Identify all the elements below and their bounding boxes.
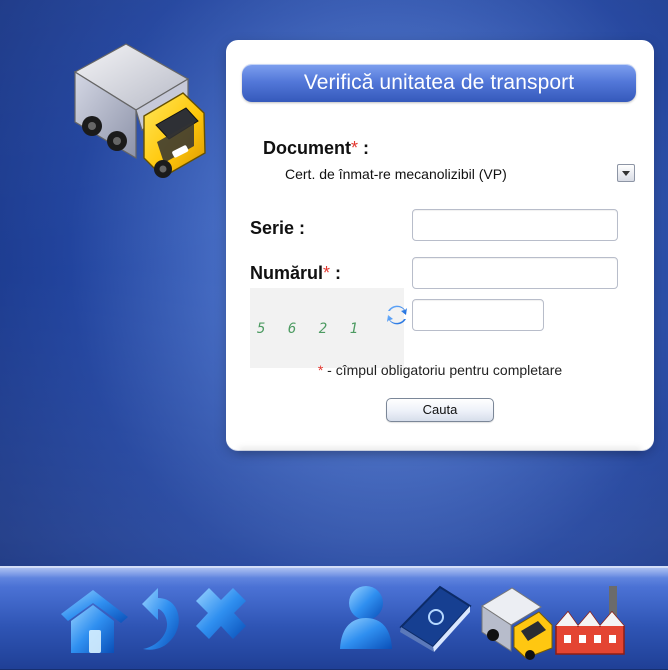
app-screen: Verifică unitatea de transport Document*… xyxy=(0,0,668,670)
number-label-text: Numărul xyxy=(250,263,324,283)
panel-title: Verifică unitatea de transport xyxy=(242,64,636,102)
document-select[interactable]: Cert. de înmat-re mecanolizibil (VP) xyxy=(285,163,635,185)
document-select-value: Cert. de înmat-re mecanolizibil (VP) xyxy=(285,166,507,182)
document-label-suffix: : xyxy=(358,138,370,158)
number-label-suffix: : xyxy=(330,263,342,283)
captcha-image: 5 6 2 1 xyxy=(250,288,404,368)
refresh-captcha-icon[interactable] xyxy=(386,304,408,326)
document-label: Document* : xyxy=(263,137,369,159)
close-icon[interactable] xyxy=(186,578,256,660)
document-book-icon[interactable] xyxy=(393,578,477,660)
serie-input[interactable] xyxy=(412,209,618,241)
captcha-input[interactable] xyxy=(412,299,544,331)
truck-icon xyxy=(73,43,206,178)
captcha-code: 5 6 2 1 xyxy=(257,321,366,337)
number-input[interactable] xyxy=(412,257,618,289)
number-label: Numărul* : xyxy=(250,262,341,284)
factory-icon[interactable] xyxy=(548,578,632,660)
required-note-text: - cîmpul obligatoriu pentru completare xyxy=(323,362,563,378)
truck-icon[interactable] xyxy=(474,578,558,660)
document-required-star: * xyxy=(351,138,359,158)
serie-label: Serie : xyxy=(250,218,306,238)
search-button[interactable]: Cauta xyxy=(386,398,494,422)
back-icon[interactable] xyxy=(124,578,194,660)
required-field-note: * - cîmpul obligatoriu pentru completare xyxy=(226,360,654,380)
document-label-text: Document xyxy=(263,138,352,158)
home-icon[interactable] xyxy=(55,578,135,660)
dropdown-arrow-icon[interactable] xyxy=(617,164,635,182)
number-required-star: * xyxy=(323,263,331,283)
transport-check-panel: Verifică unitatea de transport Document*… xyxy=(226,40,654,450)
